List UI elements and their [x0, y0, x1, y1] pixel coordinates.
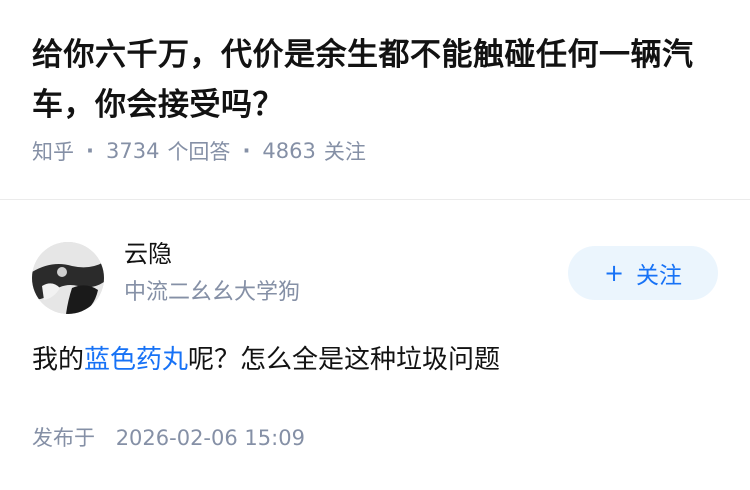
answer-content: 我的蓝色药丸呢？怎么全是这种垃圾问题 [32, 338, 500, 382]
author-bio: 中流二幺幺大学狗 [124, 280, 301, 305]
answers-count: 3734 [105, 139, 160, 163]
publish-time-value: 2026-02-06 15:09 [115, 426, 305, 450]
publish-label: 发布于 [32, 426, 95, 450]
question-title[interactable]: 给你六千万，代价是余生都不能触碰任何一辆汽车，你会接受吗？ [32, 30, 732, 130]
divider [0, 199, 750, 200]
meta-separator: · [242, 139, 251, 163]
meta-separator: · [86, 139, 94, 163]
answer-text-after: 呢？怎么全是这种垃圾问题 [188, 345, 501, 375]
author-name[interactable]: 云隐 [124, 236, 172, 272]
answers-label[interactable]: 个回答 [167, 136, 230, 166]
answer-link[interactable]: 蓝色药丸 [84, 345, 188, 375]
plus-icon: + [603, 259, 625, 287]
author-row: 云隐 中流二幺幺大学狗 + 关注 [32, 234, 718, 314]
follow-button-label: 关注 [636, 263, 683, 289]
answer-text-before: 我的 [32, 345, 85, 375]
publish-time: 发布于 2026-02-06 15:09 [32, 421, 305, 455]
source-label[interactable]: 知乎 [32, 136, 74, 166]
followers-label[interactable]: 关注 [324, 136, 366, 166]
avatar-icon[interactable] [32, 242, 104, 314]
question-header: 给你六千万，代价是余生都不能触碰任何一辆汽车，你会接受吗？ 知乎 · 3734 … [32, 30, 732, 166]
question-meta: 知乎 · 3734 个回答 · 4863 关注 [32, 136, 732, 166]
followers-count: 4863 [262, 139, 316, 163]
follow-button[interactable]: + 关注 [568, 246, 718, 300]
